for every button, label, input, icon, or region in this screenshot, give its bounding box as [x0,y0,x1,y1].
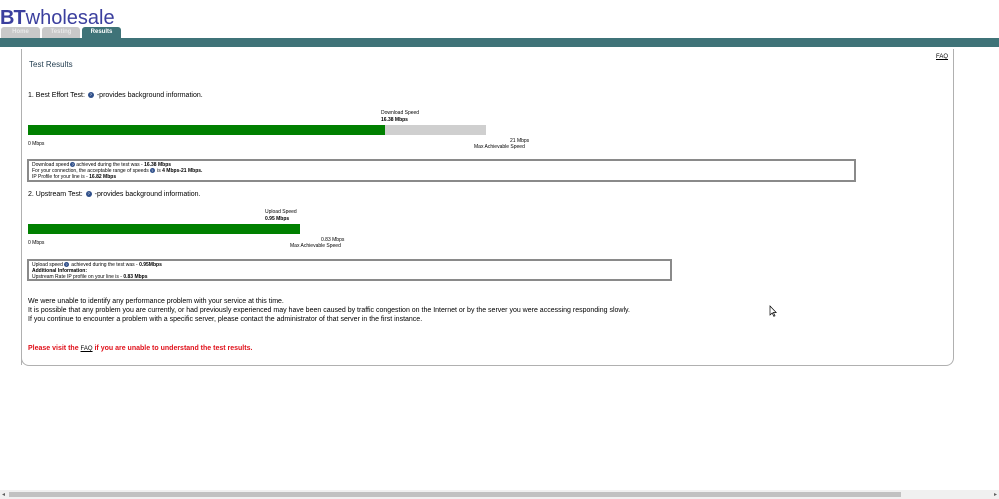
upstream-heading-suffix: -provides background information. [94,191,201,198]
logo-wholesale: wholesale [25,7,115,29]
message-line3: If you continue to encounter a problem w… [28,316,423,323]
message-line1: We were unable to identify any performan… [28,298,284,305]
download-min-label: 0 Mbps [28,141,45,147]
upstream-profile-value: 0.83 Mbps [123,274,148,280]
best-effort-heading-suffix: -provides background information. [96,92,203,99]
bt-wholesale-logo: BT wholesale [0,6,115,28]
header-bar [0,38,999,47]
info-icon[interactable]: ? [85,191,92,198]
upstream-heading: 2. Upstream Test: ? -provides background… [28,191,200,198]
download-speed-value: 16.38 Mbps [381,117,408,123]
upload-details-box: Upload speed? achieved during the test w… [27,259,672,281]
scrollbar-thumb[interactable] [9,492,901,497]
faq-link[interactable]: FAQ [936,54,948,60]
download-bar-fill [28,125,385,135]
ip-profile-value: 16.82 Mbps [89,174,117,180]
upload-details-line3: Upstream Rate IP profile on your line is… [32,274,667,280]
warning-suffix: if you are unable to understand the test… [92,345,253,352]
tab-testing[interactable]: Testing [42,27,80,38]
upstream-profile-text: Upstream Rate IP profile on your line is… [32,274,124,280]
best-effort-heading: 1. Best Effort Test: ? -provides backgro… [28,92,203,99]
warning-prefix: Please visit the [28,345,81,352]
tab-results[interactable]: Results [82,27,121,38]
download-details-box: Download speed? achieved during the test … [27,159,856,182]
info-icon[interactable]: ? [63,262,69,268]
best-effort-heading-label: 1. Best Effort Test: [28,92,85,99]
download-details-line3: IP Profile for your line is - 16.82 Mbps [32,174,851,180]
tab-bar: Home Testing Results [1,27,123,38]
tab-home[interactable]: Home [1,27,40,38]
upload-achieved-value: 0.95Mbps [139,262,162,268]
upload-max-label: Max Achievable Speed [290,243,341,249]
faq-warning: Please visit the FAQ if you are unable t… [28,345,252,352]
page-title: Test Results [29,60,73,69]
horizontal-scrollbar[interactable]: ◂ ▸ [0,490,999,499]
result-message: We were unable to identify any performan… [28,297,630,324]
info-icon[interactable]: ? [149,168,155,174]
download-speed-label: Download Speed [381,110,420,116]
download-max-label: Max Achievable Speed [474,144,525,150]
upload-speed-value: 0.95 Mbps [265,216,290,222]
logo-bt: BT [0,7,26,29]
message-line2: It is possible that any problem you are … [28,307,630,314]
scroll-left-icon[interactable]: ◂ [2,491,5,498]
scroll-right-icon[interactable]: ▸ [994,491,997,498]
info-icon[interactable]: ? [70,162,76,168]
upstream-heading-label: 2. Upstream Test: [28,191,83,198]
upload-min-label: 0 Mbps [28,240,45,246]
upload-speed-label: Upload Speed [265,209,297,215]
upload-bar-fill [28,224,300,234]
ip-profile-text: IP Profile for your line is - [32,174,90,180]
info-icon[interactable]: ? [87,92,94,99]
faq-inline-link[interactable]: FAQ [81,346,93,352]
range-value: 4 Mbps-21 Mbps. [162,168,203,174]
mouse-cursor-icon [769,305,777,317]
